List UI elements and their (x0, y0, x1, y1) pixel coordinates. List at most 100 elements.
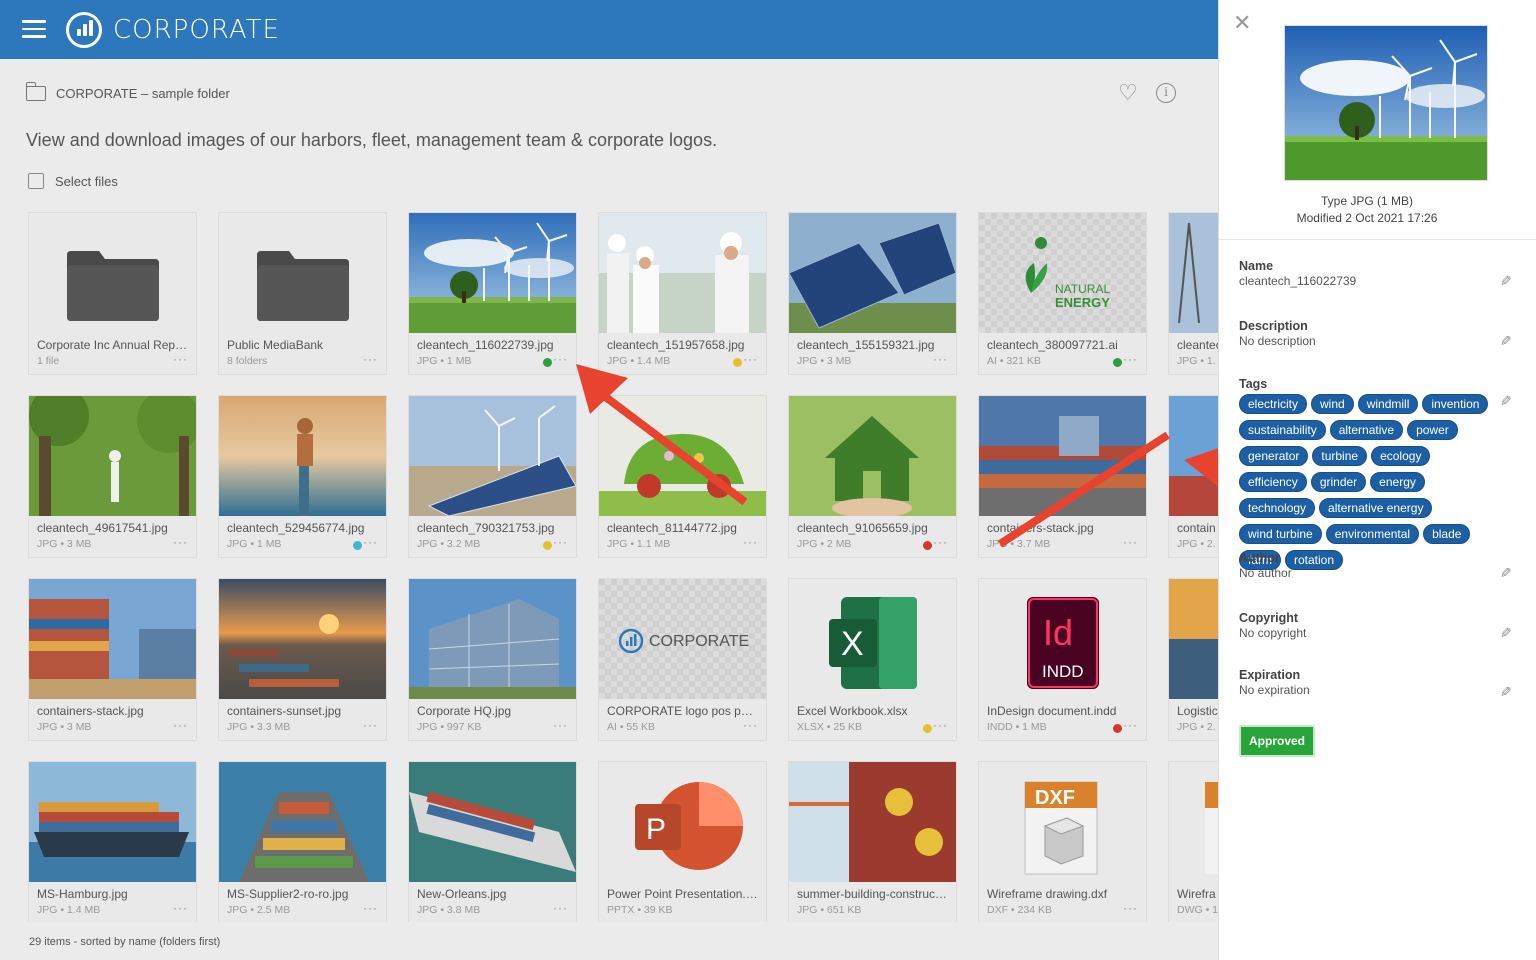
ppt-letter: P (646, 813, 666, 846)
tag-chip[interactable]: windmill (1357, 394, 1419, 414)
more-icon[interactable]: ··· (553, 901, 568, 915)
grid-item[interactable]: containers-stack.jpg JPG • 3 MB ··· (28, 578, 197, 741)
tag-chip[interactable]: wind turbine (1239, 524, 1322, 544)
tag-chip[interactable]: sustainability (1239, 420, 1326, 440)
more-icon[interactable]: ··· (1123, 352, 1138, 366)
breadcrumb-label[interactable]: CORPORATE – sample folder (56, 86, 230, 101)
more-icon[interactable]: ··· (363, 901, 378, 915)
grid-item[interactable]: cleantech_116022739.jpg JPG • 1 MB ··· (408, 212, 577, 375)
tag-chip[interactable]: ecology (1371, 446, 1431, 466)
more-icon[interactable]: ··· (1123, 901, 1138, 915)
grid-item[interactable]: cleantech_91065659.jpg JPG • 2 MB ··· (788, 395, 957, 558)
more-icon[interactable]: ··· (553, 535, 568, 549)
grid-item[interactable]: CORPORATE CORPORATE logo pos payoff AI •… (598, 578, 767, 741)
tag-chip[interactable]: power (1407, 420, 1458, 440)
brand-logo[interactable]: CORPORATE (66, 10, 280, 50)
tag-chip[interactable]: blade (1423, 524, 1471, 544)
select-files[interactable]: Select files (28, 173, 118, 189)
item-name: Excel Workbook.xlsx (797, 704, 908, 718)
edit-expiration-pencil-icon[interactable]: ✎ (1496, 686, 1513, 698)
tag-chip[interactable]: environmental (1325, 524, 1420, 544)
tag-chip[interactable]: grinder (1310, 472, 1367, 492)
dwg-thumbnail (1169, 762, 1218, 882)
status-dot-red (1113, 724, 1122, 733)
grid-item[interactable]: cleantech_151957658.jpg JPG • 1.4 MB ··· (598, 212, 767, 375)
tag-chip[interactable]: alternative energy (1319, 498, 1433, 518)
more-icon[interactable]: ··· (173, 901, 188, 915)
item-meta: PPTX • 39 KB (607, 904, 673, 916)
description-field: Description No description (1239, 319, 1316, 348)
grid-item[interactable]: cleantech_529456774.jpg JPG • 1 MB ··· (218, 395, 387, 558)
close-icon[interactable]: ✕ (1233, 10, 1251, 36)
heart-icon[interactable]: ♡ (1118, 82, 1138, 104)
grid-item[interactable]: Public MediaBank 8 folders ··· (218, 212, 387, 375)
item-meta: JPG • 3.3 MB (227, 721, 291, 733)
item-name: MS-Hamburg.jpg (37, 887, 128, 901)
description-label: Description (1239, 319, 1308, 333)
green-house-thumbnail (789, 396, 956, 516)
tag-chip[interactable]: turbine (1312, 446, 1368, 466)
grid-item[interactable]: Corporate HQ.jpg JPG • 997 KB ··· (408, 578, 577, 741)
more-icon[interactable]: ··· (933, 352, 948, 366)
more-icon[interactable]: ··· (933, 718, 948, 732)
edit-author-pencil-icon[interactable]: ✎ (1496, 567, 1513, 579)
tag-chip[interactable]: invention (1422, 394, 1489, 414)
grid-item[interactable]: containers-sunset.jpg JPG • 3.3 MB ··· (218, 578, 387, 741)
expiration-label: Expiration (1239, 668, 1301, 682)
copyright-field: Copyright No copyright (1239, 611, 1306, 640)
tag-chip[interactable]: rotation (1285, 550, 1344, 570)
more-icon[interactable]: ··· (1123, 718, 1138, 732)
item-name: cleantech_81144772.jpg (607, 521, 737, 535)
grid-item[interactable]: Logistic JPG • 2. (1168, 578, 1218, 741)
grid-item[interactable]: Id INDD InDesign document.indd INDD • 1 M… (978, 578, 1147, 741)
grid-item[interactable]: cleantech_49617541.jpg JPG • 3 MB ··· (28, 395, 197, 558)
image-preview (1284, 25, 1488, 181)
more-icon[interactable]: ··· (743, 718, 758, 732)
more-icon[interactable]: ··· (553, 352, 568, 366)
grid-item[interactable]: containers-stack.jpg JPG • 3.7 MB ··· (978, 395, 1147, 558)
edit-copyright-pencil-icon[interactable]: ✎ (1496, 627, 1513, 639)
more-icon[interactable]: ··· (363, 718, 378, 732)
edit-description-pencil-icon[interactable]: ✎ (1496, 335, 1513, 347)
edit-name-pencil-icon[interactable]: ✎ (1496, 275, 1513, 287)
grid-item[interactable]: MS-Supplier2-ro-ro.jpg JPG • 2.5 MB ··· (218, 761, 387, 922)
tag-chip[interactable]: technology (1239, 498, 1316, 518)
natural-energy-thumbnail: NATURAL ENERGY (979, 213, 1146, 333)
more-icon[interactable]: ··· (363, 352, 378, 366)
more-icon[interactable]: ··· (553, 718, 568, 732)
select-files-checkbox[interactable] (28, 173, 44, 189)
grid-item[interactable]: P Power Point Presentation.ppt PPTX • 39… (598, 761, 767, 922)
grid-item[interactable]: Wirefra DWG • 1 (1168, 761, 1218, 922)
tag-chip[interactable]: energy (1370, 472, 1425, 492)
more-icon[interactable]: ··· (743, 535, 758, 549)
tag-chip[interactable]: generator (1239, 446, 1309, 466)
more-icon[interactable]: ··· (743, 352, 758, 366)
tag-chip[interactable]: alternative (1329, 420, 1404, 440)
grid-item[interactable]: cleantech_790321753.jpg JPG • 3.2 MB ··· (408, 395, 577, 558)
grid-item[interactable]: cleantech JPG • 1. (1168, 212, 1218, 375)
grid-item[interactable]: New-Orleans.jpg JPG • 3.8 MB ··· (408, 761, 577, 922)
more-icon[interactable]: ··· (363, 535, 378, 549)
grid-item[interactable]: X Excel Workbook.xlsx XLSX • 25 KB ··· (788, 578, 957, 741)
grid-item[interactable]: cleantech_155159321.jpg JPG • 3 MB ··· (788, 212, 957, 375)
dxf-icon: DXF (979, 762, 1146, 882)
approved-button[interactable]: Approved (1239, 725, 1316, 757)
tag-chip[interactable]: wind (1311, 394, 1354, 414)
info-icon[interactable]: i (1156, 83, 1176, 103)
more-icon[interactable]: ··· (933, 535, 948, 549)
item-name: Wireframe drawing.dxf (987, 887, 1108, 901)
grid-item[interactable]: NATURAL ENERGY cleantech_380097721.ai AI … (978, 212, 1147, 375)
powerpoint-icon: P (599, 762, 766, 882)
grid-item[interactable]: DXF Wireframe drawing.dxf DXF • 234 KB ·… (978, 761, 1147, 922)
tag-chip[interactable]: efficiency (1239, 472, 1307, 492)
more-icon[interactable]: ··· (173, 352, 188, 366)
tag-chip[interactable]: electricity (1239, 394, 1308, 414)
more-icon[interactable]: ··· (1123, 535, 1138, 549)
copyright-label: Copyright (1239, 611, 1299, 625)
grid-item[interactable]: MS-Hamburg.jpg JPG • 1.4 MB ··· (28, 761, 197, 922)
more-icon[interactable]: ··· (173, 718, 188, 732)
grid-item[interactable]: summer-building-construction JPG • 651 K… (788, 761, 957, 922)
more-icon[interactable]: ··· (173, 535, 188, 549)
menu-icon[interactable] (22, 20, 46, 38)
grid-item[interactable]: Corporate Inc Annual Report 1 file ··· (28, 212, 197, 375)
